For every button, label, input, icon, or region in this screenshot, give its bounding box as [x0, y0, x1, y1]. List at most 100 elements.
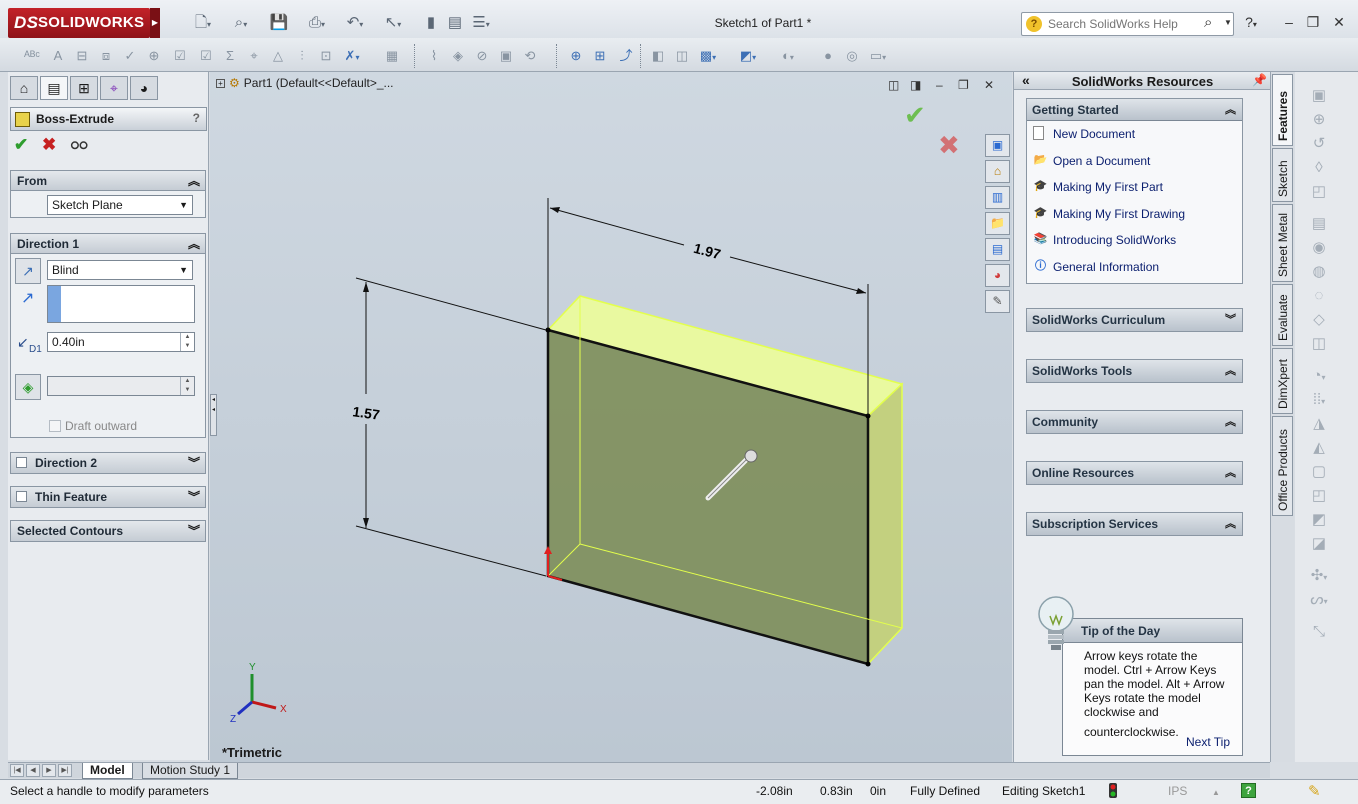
direction1-group-header[interactable]: Direction 1 ︽ [11, 234, 205, 254]
from-group-header[interactable]: From ︽ [11, 171, 205, 191]
next-tip-link[interactable]: Next Tip [1186, 735, 1230, 749]
graphics-area[interactable]: 1.97 1.57 Y X Z + ⚙ Part1 (Default<<Defaul… [210, 72, 1012, 762]
open-folder-icon[interactable]: ⌕▾ [230, 12, 252, 34]
collapse-chevron-up-icon[interactable]: ︽ [1225, 101, 1236, 117]
revolved-cut-icon[interactable]: ◍ [1309, 262, 1329, 282]
direction2-checkbox[interactable] [16, 457, 27, 468]
split-view-icon[interactable]: ◫ [888, 78, 899, 92]
mirror-icon[interactable]: ◪ [1309, 534, 1329, 554]
custom-properties-tab-icon[interactable]: ✎ [985, 290, 1010, 313]
expand-chevron-down-icon[interactable]: ︾ [188, 488, 200, 505]
tools-group[interactable]: SolidWorks Tools ︽ [1026, 359, 1243, 383]
feature-manager-tab-icon[interactable]: ⌂ [10, 76, 38, 100]
geometric-tolerance-icon[interactable]: ☑ [170, 46, 190, 66]
expand-plus-icon[interactable]: + [216, 79, 225, 88]
open-document-link[interactable]: 📂 Open a Document [1027, 148, 1242, 175]
close-window-icon[interactable]: ✕ [1328, 12, 1350, 32]
new-document-icon[interactable]: 🗋▾ [192, 12, 214, 34]
direction-vector-selection-box[interactable] [47, 285, 195, 323]
balloon-icon[interactable]: ⊟ [72, 46, 92, 66]
hide-show-items-icon[interactable]: ◩▾ [738, 46, 758, 66]
general-information-link[interactable]: ⓘ General Information [1027, 254, 1242, 281]
rib-icon[interactable]: ◮ [1309, 414, 1329, 434]
view-orientation-icon[interactable]: ◫ [672, 46, 692, 66]
curriculum-group[interactable]: SolidWorks Curriculum ︾ [1026, 308, 1243, 332]
home-tab-icon[interactable]: ⌂ [985, 160, 1010, 183]
tab-dimxpert[interactable]: DimXpert [1272, 348, 1293, 414]
collapse-chevron-up-icon[interactable]: ︽ [188, 172, 200, 189]
center-mark-icon[interactable]: △ [268, 46, 288, 66]
options-icon[interactable]: ☰▾ [470, 12, 492, 34]
centerline-icon[interactable]: ⫶ [292, 46, 312, 66]
help-button[interactable]: ? [193, 111, 200, 125]
confirmation-cancel-icon[interactable]: ✖ [938, 130, 960, 161]
tab-sketch[interactable]: Sketch [1272, 148, 1293, 202]
apply-scene-icon[interactable]: ● [818, 46, 838, 66]
edit-appearance-icon[interactable]: ◐▾ [778, 46, 798, 66]
spin-arrows-icon[interactable]: ▲ ▼ [180, 333, 194, 351]
extruded-boss-icon[interactable]: ▣ [1309, 86, 1329, 106]
zoom-to-area-icon[interactable]: ⊞ [590, 46, 610, 66]
display-style-icon[interactable]: ▩▾ [698, 46, 718, 66]
sketch-vertex[interactable] [865, 661, 871, 667]
tab-motion-study[interactable]: Motion Study 1 [142, 763, 239, 779]
menu-flyout-arrow-icon[interactable]: ▶ [150, 8, 160, 38]
draft-outward-checkbox[interactable] [49, 420, 61, 432]
weld-symbol-icon[interactable]: ⊕ [144, 46, 164, 66]
fillet-icon[interactable]: ◔▾ [1309, 366, 1329, 386]
pin-icon[interactable]: 📌 [1252, 73, 1267, 87]
dimxpert-manager-tab-icon[interactable]: ⌖ [100, 76, 128, 100]
spell-check-icon[interactable]: ᴬᴮᶜ [22, 46, 42, 66]
tab-features[interactable]: Features [1272, 74, 1293, 146]
select-pointer-icon[interactable]: ↖▾ [382, 12, 404, 34]
wrap-icon[interactable]: ◰ [1309, 486, 1329, 506]
save-icon[interactable]: 💾▾ [268, 12, 290, 51]
panel-collapse-handle[interactable]: ◂ ◂ [210, 394, 217, 436]
sum-icon[interactable]: Σ [220, 46, 240, 66]
preview-glasses-icon[interactable]: ഠഠ [70, 135, 87, 155]
file-explorer-tab-icon[interactable]: 📁 [985, 212, 1010, 235]
sketch-chamfer-icon[interactable]: ◈ [448, 46, 468, 66]
depth-input[interactable]: 0.40in ▲ ▼ [47, 332, 195, 352]
ok-checkmark-icon[interactable]: ✔ [14, 135, 28, 155]
quick-tips-help-icon[interactable]: ? [1241, 783, 1256, 798]
extruded-cut-icon[interactable]: ▤ [1309, 214, 1329, 234]
new-document-link[interactable]: New Document [1027, 121, 1242, 148]
expand-chevron-down-icon[interactable]: ︾ [188, 454, 200, 471]
curves-icon[interactable]: ᔕ▾ [1309, 590, 1329, 610]
lofted-boss-icon[interactable]: ◊ [1309, 158, 1329, 178]
file-properties-icon[interactable]: ▤ [444, 12, 466, 34]
tab-office-products[interactable]: Office Products [1272, 416, 1293, 516]
minimize-window-icon[interactable]: ‒ [1278, 12, 1300, 32]
direction2-group-header[interactable]: Direction 2 ︾ [11, 453, 205, 473]
search-icon[interactable]: ⌕ [1204, 14, 1212, 31]
help-menu-icon[interactable]: ?▾ [1240, 12, 1262, 32]
extrude-right-face[interactable] [867, 382, 903, 666]
undo-icon[interactable]: ↶▾ [344, 12, 366, 34]
previous-view-icon[interactable]: ⤴ [616, 46, 636, 66]
collapse-chevron-up-icon[interactable]: ︽ [1225, 515, 1236, 531]
rebuild-icon[interactable]: ▮ [420, 12, 442, 34]
first-tab-arrow-icon[interactable]: |◀ [10, 764, 24, 777]
online-resources-group[interactable]: Online Resources ︽ [1026, 461, 1243, 485]
resources-tab-icon[interactable]: ▣ [985, 134, 1010, 157]
view-settings-icon[interactable]: ▭▾ [868, 46, 888, 66]
confirmation-ok-icon[interactable]: ✔ [904, 100, 926, 131]
reverse-direction-icon[interactable]: ↗ [15, 258, 41, 284]
tab-evaluate[interactable]: Evaluate [1272, 284, 1293, 346]
model-viewport[interactable]: 1.97 1.57 Y X Z [210, 72, 1012, 762]
start-condition-select[interactable]: Sketch Plane ▼ [47, 195, 193, 215]
hole-wizard-icon[interactable]: ◉ [1309, 238, 1329, 258]
unit-system-chevron-up-icon[interactable]: ▲ [1212, 788, 1220, 797]
first-part-link[interactable]: 🎓 Making My First Part [1027, 174, 1242, 201]
collapse-chevron-up-icon[interactable]: ︽ [1225, 413, 1236, 429]
community-group[interactable]: Community ︽ [1026, 410, 1243, 434]
help-search-box[interactable]: ? ⌕ ▼ [1021, 12, 1234, 36]
print-icon[interactable]: ⎙▾ [306, 12, 328, 34]
end-condition-select[interactable]: Blind ▼ [47, 260, 193, 280]
chevron-down-icon[interactable]: ▼ [1224, 18, 1232, 27]
first-drawing-link[interactable]: 🎓 Making My First Drawing [1027, 201, 1242, 228]
sketch-fillet-icon[interactable]: ⌇ [424, 46, 444, 66]
auto-balloon-icon[interactable]: ⧈ [96, 46, 116, 66]
draft-on-off-icon[interactable]: ◈ [15, 374, 41, 400]
